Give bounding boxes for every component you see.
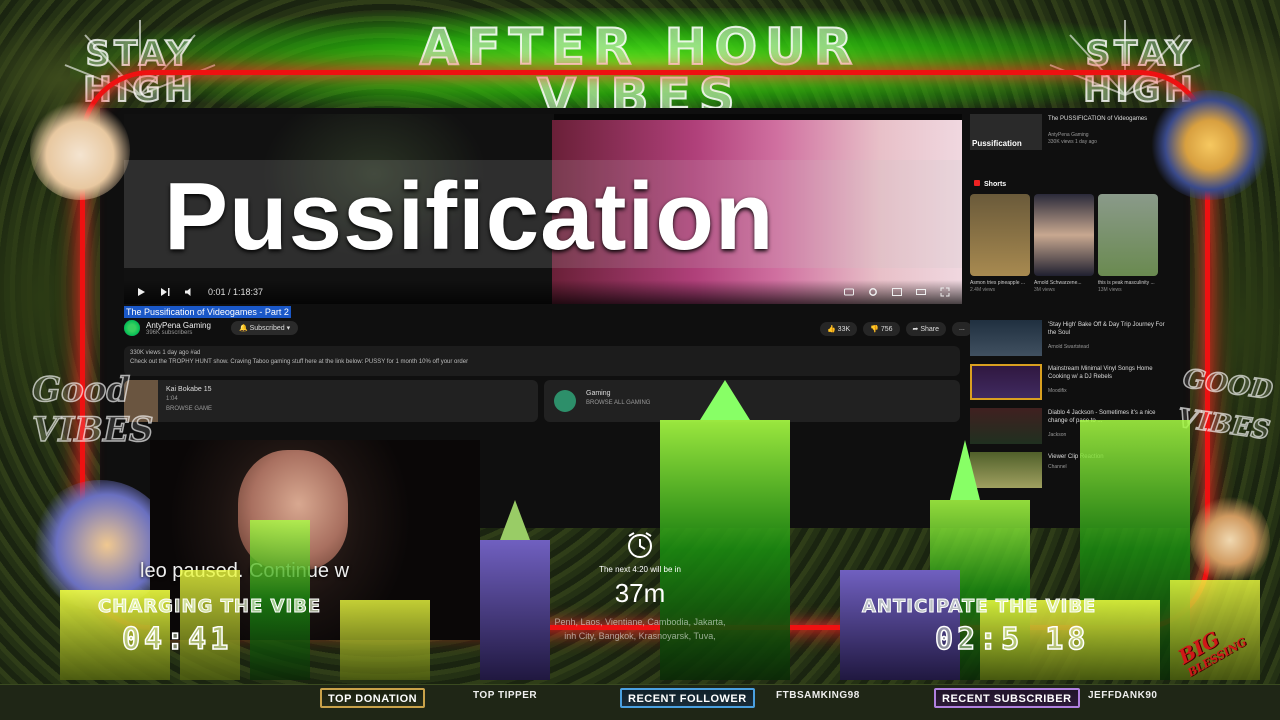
recent-follower-name: FTBSAMKING98 bbox=[776, 690, 860, 701]
charging-vibe-timer: 04:41 bbox=[121, 621, 233, 658]
recent-subscriber-name: JEFFDANK90 bbox=[1088, 690, 1158, 701]
top-tipper-label: TOP TIPPER bbox=[473, 690, 538, 701]
next-420-places: Penh, Laos, Vientiane, Cambodia, Jakarta… bbox=[554, 617, 726, 641]
top-donation-badge: TOP DONATION bbox=[320, 688, 426, 708]
charging-vibe-label: CHARGING THE VIBE bbox=[97, 596, 322, 618]
four-twenty-clock: The next 4:20 will be in 37m Penh, Laos,… bbox=[540, 530, 740, 643]
cat-sticker-moon bbox=[1150, 90, 1270, 200]
next-420-minutes: 37m bbox=[614, 578, 666, 608]
anticipate-vibe-timer: 02:5 18 bbox=[934, 621, 1090, 658]
recent-subscriber-badge: RECENT SUBSCRIBER bbox=[934, 688, 1080, 708]
cat-sticker-glasses bbox=[30, 100, 130, 200]
next-420-label: The next 4:20 will be in bbox=[599, 565, 681, 574]
alarm-clock-icon bbox=[628, 532, 652, 558]
recent-follower-badge: RECENT FOLLOWER bbox=[620, 688, 755, 708]
anticipate-vibe-label: ANTICIPATE THE VIBE bbox=[861, 596, 1097, 618]
